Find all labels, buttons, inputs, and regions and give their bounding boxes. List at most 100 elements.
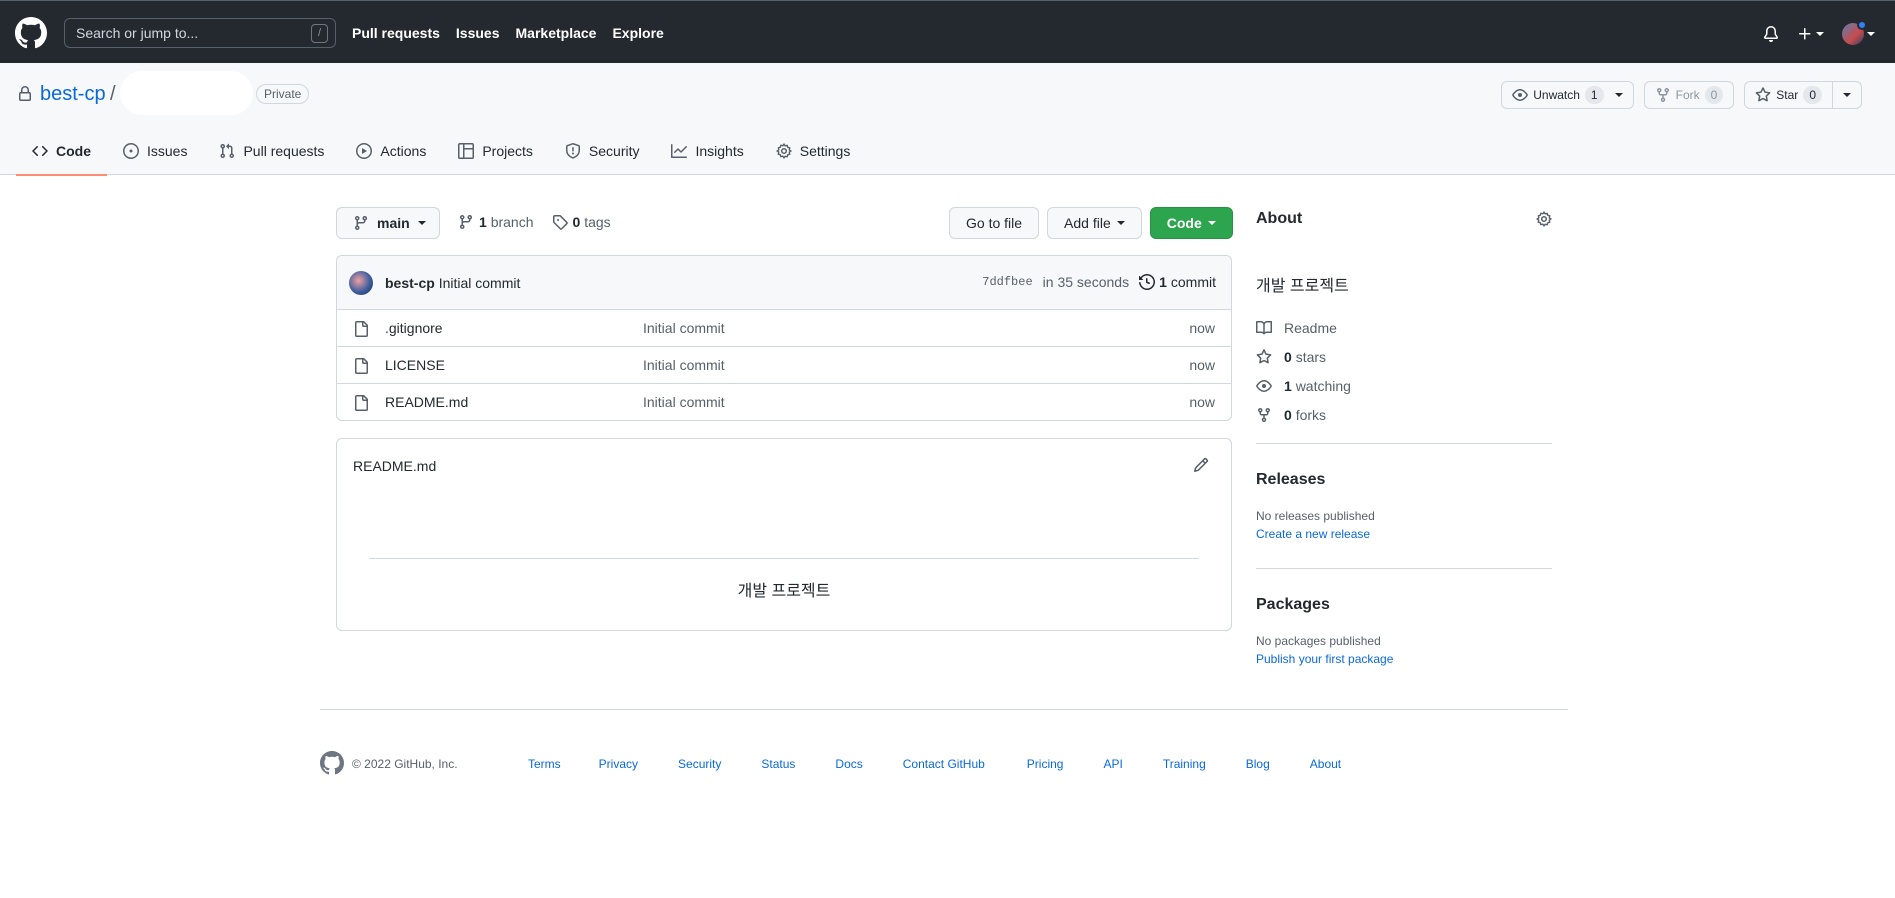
file-age: now bbox=[1189, 357, 1215, 373]
eye-icon bbox=[1512, 89, 1529, 101]
tab-label: Issues bbox=[147, 143, 188, 159]
stars-link[interactable]: 0 stars bbox=[1256, 342, 1351, 371]
copyright: © 2022 GitHub, Inc. bbox=[352, 757, 458, 771]
tab-label: Pull requests bbox=[243, 143, 325, 159]
footer-link-blog[interactable]: Blog bbox=[1246, 757, 1270, 771]
star-list-dropdown[interactable] bbox=[1833, 82, 1861, 108]
create-release-link[interactable]: Create a new release bbox=[1256, 527, 1370, 541]
user-menu[interactable] bbox=[1842, 20, 1875, 45]
global-nav: Pull requests Issues Marketplace Explore bbox=[352, 25, 664, 41]
file-commit-message[interactable]: Initial commit bbox=[643, 320, 725, 336]
publish-package-link[interactable]: Publish your first package bbox=[1256, 652, 1393, 666]
nav-explore[interactable]: Explore bbox=[612, 25, 663, 41]
branch-count: 1 bbox=[479, 214, 487, 230]
divider bbox=[1256, 443, 1552, 444]
tags-link[interactable]: 0 tags bbox=[552, 214, 611, 230]
branches-link[interactable]: 1 branch bbox=[458, 214, 534, 230]
footer-links: Terms Privacy Security Status Docs Conta… bbox=[528, 757, 1341, 771]
pencil-icon[interactable] bbox=[1193, 457, 1209, 473]
nav-issues[interactable]: Issues bbox=[456, 25, 500, 41]
footer-link-status[interactable]: Status bbox=[761, 757, 795, 771]
file-name[interactable]: LICENSE bbox=[385, 357, 445, 373]
add-file-button[interactable]: Add file bbox=[1047, 207, 1142, 239]
file-age: now bbox=[1189, 320, 1215, 336]
create-new-plus-icon[interactable] bbox=[1797, 26, 1824, 42]
pull-request-icon bbox=[220, 143, 235, 159]
tab-issues[interactable]: Issues bbox=[107, 127, 203, 175]
search-input[interactable]: Search or jump to... / bbox=[64, 18, 336, 48]
divider bbox=[1256, 568, 1552, 569]
star-icon bbox=[1755, 87, 1771, 102]
nav-pull-requests[interactable]: Pull requests bbox=[352, 25, 440, 41]
tab-settings[interactable]: Settings bbox=[760, 127, 867, 175]
commit-meta: 7ddfbee in 35 seconds 1 commit bbox=[982, 274, 1216, 290]
readme-title[interactable]: README.md bbox=[353, 458, 436, 474]
readme-panel: README.md 개발 프로젝트 bbox=[336, 438, 1232, 631]
file-row[interactable]: README.md Initial commit now bbox=[337, 384, 1231, 420]
star-button[interactable]: Star 0 bbox=[1744, 81, 1862, 109]
stars-count: 0 bbox=[1284, 348, 1292, 365]
repo-owner-link[interactable]: best-cp bbox=[40, 83, 106, 106]
gear-icon[interactable] bbox=[1536, 211, 1552, 227]
readme-link[interactable]: Readme bbox=[1256, 313, 1351, 342]
footer-link-api[interactable]: API bbox=[1103, 757, 1122, 771]
footer-link-security[interactable]: Security bbox=[678, 757, 721, 771]
github-logo-icon[interactable] bbox=[15, 17, 47, 49]
tab-code[interactable]: Code bbox=[16, 127, 107, 176]
tab-label: Insights bbox=[695, 143, 744, 159]
tab-label: Security bbox=[588, 143, 640, 159]
github-mark-icon[interactable] bbox=[320, 751, 344, 775]
go-to-file-button[interactable]: Go to file bbox=[949, 207, 1040, 239]
commit-summary: best-cp Initial commit bbox=[385, 275, 520, 291]
redacted-repo-name bbox=[120, 71, 253, 115]
footer-link-privacy[interactable]: Privacy bbox=[599, 757, 638, 771]
file-commit-message[interactable]: Initial commit bbox=[643, 394, 725, 410]
git-branch-icon bbox=[459, 215, 472, 230]
file-age: now bbox=[1189, 394, 1215, 410]
footer-link-training[interactable]: Training bbox=[1163, 757, 1206, 771]
watch-count: 1 bbox=[1584, 86, 1604, 104]
tab-pull-requests[interactable]: Pull requests bbox=[203, 127, 340, 175]
branch-name: main bbox=[377, 215, 410, 231]
watch-button[interactable]: Unwatch 1 bbox=[1501, 81, 1634, 109]
commit-sha[interactable]: 7ddfbee bbox=[982, 275, 1032, 289]
nav-marketplace[interactable]: Marketplace bbox=[516, 25, 597, 41]
code-button-label: Code bbox=[1166, 215, 1202, 231]
forks-link[interactable]: 0 forks bbox=[1256, 400, 1351, 429]
tab-insights[interactable]: Insights bbox=[655, 127, 759, 175]
footer-link-about[interactable]: About bbox=[1310, 757, 1341, 771]
tab-actions[interactable]: Actions bbox=[340, 127, 442, 175]
releases-heading[interactable]: Releases bbox=[1256, 471, 1325, 489]
author-avatar[interactable] bbox=[349, 271, 373, 295]
file-row[interactable]: LICENSE Initial commit now bbox=[337, 347, 1231, 384]
lock-icon bbox=[17, 86, 33, 102]
tab-projects[interactable]: Projects bbox=[442, 127, 549, 175]
packages-status: No packages published bbox=[1256, 634, 1381, 648]
caret-down-icon bbox=[1867, 32, 1875, 36]
footer-link-pricing[interactable]: Pricing bbox=[1027, 757, 1064, 771]
file-commit-message[interactable]: Initial commit bbox=[643, 357, 725, 373]
eye-icon bbox=[1256, 379, 1272, 392]
code-button[interactable]: Code bbox=[1149, 207, 1233, 239]
watching-link[interactable]: 1 watching bbox=[1256, 371, 1351, 400]
footer-link-terms[interactable]: Terms bbox=[528, 757, 561, 771]
commit-history-link[interactable]: 1 commit bbox=[1139, 274, 1216, 290]
footer-link-contact[interactable]: Contact GitHub bbox=[903, 757, 985, 771]
play-icon bbox=[356, 143, 373, 159]
star-count: 0 bbox=[1803, 86, 1822, 104]
file-name[interactable]: README.md bbox=[385, 394, 468, 410]
packages-heading[interactable]: Packages bbox=[1256, 596, 1330, 614]
tab-security[interactable]: Security bbox=[549, 127, 656, 175]
commit-word: commit bbox=[1170, 274, 1216, 290]
file-browser: best-cp Initial commit 7ddfbee in 35 sec… bbox=[336, 255, 1232, 421]
footer-link-docs[interactable]: Docs bbox=[835, 757, 862, 771]
fork-button[interactable]: Fork 0 bbox=[1643, 81, 1735, 109]
commit-message[interactable]: Initial commit bbox=[439, 275, 521, 291]
file-row[interactable]: .gitignore Initial commit now bbox=[337, 310, 1231, 347]
add-file-label: Add file bbox=[1064, 215, 1111, 231]
notifications-bell-icon[interactable] bbox=[1763, 26, 1779, 42]
branch-select-button[interactable]: main bbox=[336, 207, 440, 239]
commit-author[interactable]: best-cp bbox=[385, 275, 435, 291]
file-name[interactable]: .gitignore bbox=[385, 320, 443, 336]
tag-icon bbox=[552, 215, 568, 230]
